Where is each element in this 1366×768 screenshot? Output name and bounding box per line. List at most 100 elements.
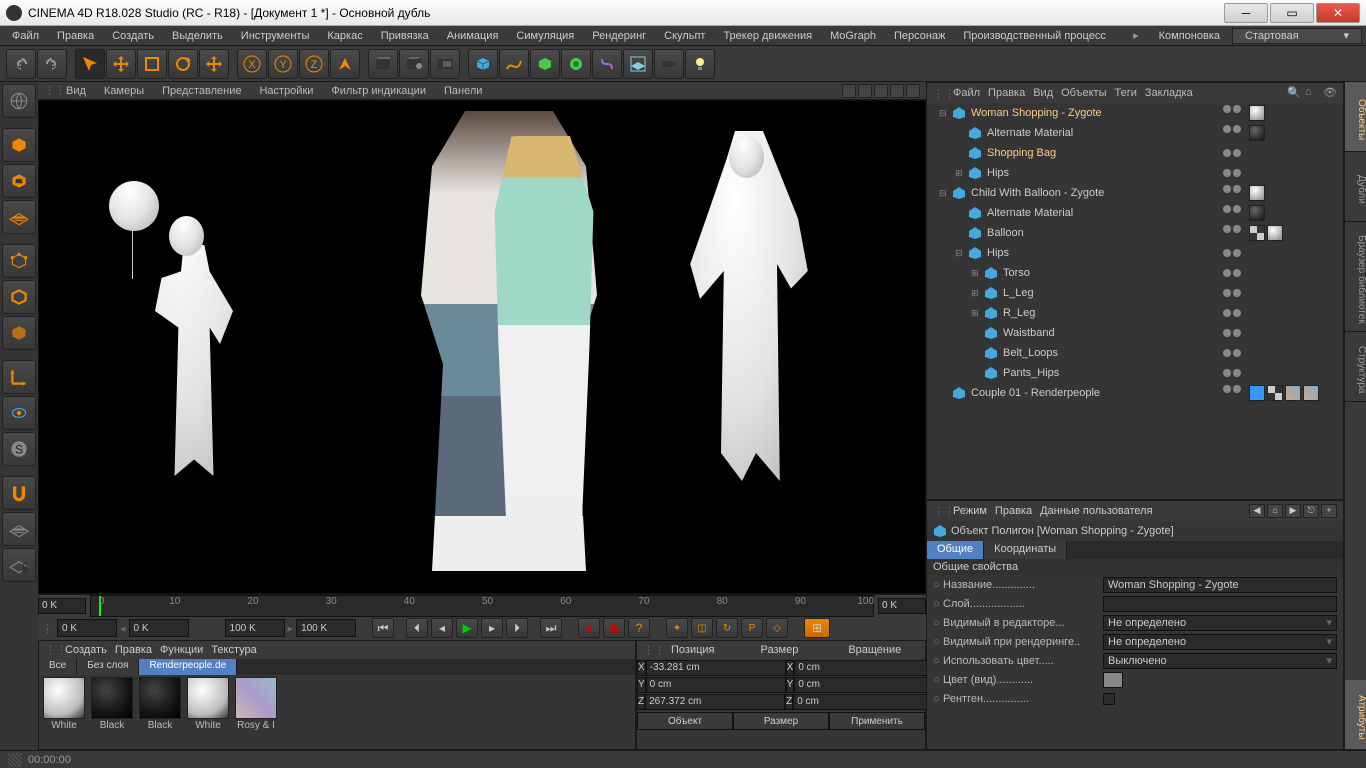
tag-icon[interactable] <box>1249 225 1265 241</box>
menu-edit[interactable]: Правка <box>49 28 102 44</box>
mat-tab-all[interactable]: Все <box>39 659 77 675</box>
render-view-button[interactable] <box>368 49 398 79</box>
vp-nav-icon[interactable] <box>842 84 856 98</box>
tree-row[interactable]: Alternate Material <box>927 203 1343 223</box>
coord-input[interactable] <box>793 694 933 710</box>
close-button[interactable]: ✕ <box>1316 3 1360 23</box>
home-icon[interactable]: ⌂ <box>1305 86 1319 100</box>
axis-tool-button[interactable] <box>2 360 36 394</box>
axis-z-button[interactable]: Z <box>299 49 329 79</box>
add-deformer-button[interactable] <box>592 49 622 79</box>
add-generator-button[interactable] <box>561 49 591 79</box>
pb-range-start[interactable]: 0 K <box>129 619 189 637</box>
am-up-button[interactable]: ⌂ <box>1267 504 1283 518</box>
play-button[interactable]: ▶ <box>456 618 478 638</box>
redo-button[interactable] <box>37 49 67 79</box>
layout-select[interactable]: Стартовая▾ <box>1232 28 1362 44</box>
property-field[interactable]: Не определено▾ <box>1103 615 1337 631</box>
key-options-button[interactable]: ? <box>628 618 650 638</box>
tree-row[interactable]: ⊞Torso <box>927 263 1343 283</box>
mat-tex[interactable]: Текстура <box>211 644 256 656</box>
recent-tool-button[interactable] <box>199 49 229 79</box>
tree-row[interactable]: Shopping Bag <box>927 143 1343 163</box>
points-mode-button[interactable] <box>2 244 36 278</box>
am-lock-button[interactable]: ⎋ <box>1303 504 1319 518</box>
material-item[interactable]: Black <box>137 677 183 747</box>
tree-row[interactable]: Alternate Material <box>927 123 1343 143</box>
menu-animate[interactable]: Анимация <box>439 28 507 44</box>
render-settings-button[interactable] <box>430 49 460 79</box>
add-floor-button[interactable] <box>623 49 653 79</box>
menu-character[interactable]: Персонаж <box>886 28 953 44</box>
polygons-mode-button[interactable] <box>2 316 36 350</box>
locked-workplane-button[interactable] <box>2 548 36 582</box>
om-objects[interactable]: Объекты <box>1061 87 1106 99</box>
menu-sculpt[interactable]: Скульпт <box>656 28 713 44</box>
om-tags[interactable]: Теги <box>1115 87 1137 99</box>
vp-nav-icon[interactable] <box>890 84 904 98</box>
move-button[interactable] <box>106 49 136 79</box>
tree-row[interactable]: ⊟Hips <box>927 243 1343 263</box>
rotate-button[interactable] <box>168 49 198 79</box>
checkbox[interactable] <box>1103 693 1115 705</box>
tree-row[interactable]: ⊞Hips <box>927 163 1343 183</box>
record-button[interactable]: ● <box>578 618 600 638</box>
coord-object-dd[interactable]: Объект <box>637 712 733 730</box>
menu-mesh[interactable]: Каркас <box>319 28 370 44</box>
autokey-button[interactable]: ◉ <box>603 618 625 638</box>
live-select-button[interactable] <box>75 49 105 79</box>
material-item[interactable]: Rosy & I <box>233 677 279 747</box>
coord-system-button[interactable] <box>330 49 360 79</box>
prev-frame-button[interactable]: ◂ <box>431 618 453 638</box>
am-back-button[interactable]: ◀ <box>1249 504 1265 518</box>
om-file[interactable]: Файл <box>953 87 980 99</box>
workplane-button[interactable] <box>2 200 36 234</box>
vp-nav-icon[interactable] <box>858 84 872 98</box>
am-userdata[interactable]: Данные пользователя <box>1040 505 1152 517</box>
property-field[interactable]: Выключено▾ <box>1103 653 1337 669</box>
texture-mode-button[interactable] <box>2 164 36 198</box>
render-pv-button[interactable] <box>399 49 429 79</box>
tree-row[interactable]: Balloon <box>927 223 1343 243</box>
property-field[interactable]: Не определено▾ <box>1103 634 1337 650</box>
coord-apply-button[interactable]: Применить <box>829 712 925 730</box>
vp-panels[interactable]: Панели <box>436 84 490 98</box>
tree-row[interactable]: Belt_Loops <box>927 343 1343 363</box>
minimize-button[interactable]: ─ <box>1224 3 1268 23</box>
key-pos-button[interactable]: ✦ <box>666 618 688 638</box>
tl-start[interactable]: 0 K <box>38 598 86 614</box>
menu-select[interactable]: Выделить <box>164 28 231 44</box>
menu-render[interactable]: Рендеринг <box>584 28 654 44</box>
maximize-button[interactable]: ▭ <box>1270 3 1314 23</box>
tag-icon[interactable] <box>1285 385 1301 401</box>
tweak-button[interactable] <box>2 396 36 430</box>
am-new-button[interactable]: + <box>1321 504 1337 518</box>
key-scale-button[interactable]: ◫ <box>691 618 713 638</box>
vp-view[interactable]: Вид <box>58 84 94 98</box>
search-icon[interactable]: 🔍 <box>1287 86 1301 100</box>
add-nurbs-button[interactable] <box>530 49 560 79</box>
menu-sim[interactable]: Симуляция <box>508 28 582 44</box>
add-spline-button[interactable] <box>499 49 529 79</box>
tree-row[interactable]: Couple 01 - Renderpeople <box>927 383 1343 403</box>
tree-row[interactable]: ⊟Child With Balloon - Zygote <box>927 183 1343 203</box>
pb-range-end[interactable]: 100 K <box>225 619 285 637</box>
menu-create[interactable]: Создать <box>104 28 162 44</box>
menu-snap[interactable]: Привязка <box>373 28 437 44</box>
tree-row[interactable]: ⊞L_Leg <box>927 283 1343 303</box>
pb-current[interactable]: 100 K <box>296 619 356 637</box>
coord-input[interactable] <box>645 694 785 710</box>
model-mode-button[interactable] <box>2 84 36 118</box>
coord-size-dd[interactable]: Размер <box>733 712 829 730</box>
mat-tab-layer[interactable]: Renderpeople.de <box>139 659 237 675</box>
viewport[interactable] <box>38 100 926 594</box>
vp-nav-icon[interactable] <box>906 84 920 98</box>
go-end-button[interactable]: ⏭ <box>540 618 562 638</box>
coord-input[interactable] <box>794 660 934 676</box>
material-item[interactable]: Black <box>89 677 135 747</box>
next-frame-button[interactable]: ▸ <box>481 618 503 638</box>
tag-icon[interactable] <box>1249 205 1265 221</box>
key-param-button[interactable]: P <box>741 618 763 638</box>
am-edit[interactable]: Правка <box>995 505 1032 517</box>
mat-tab-nolayer[interactable]: Без слоя <box>77 659 139 675</box>
